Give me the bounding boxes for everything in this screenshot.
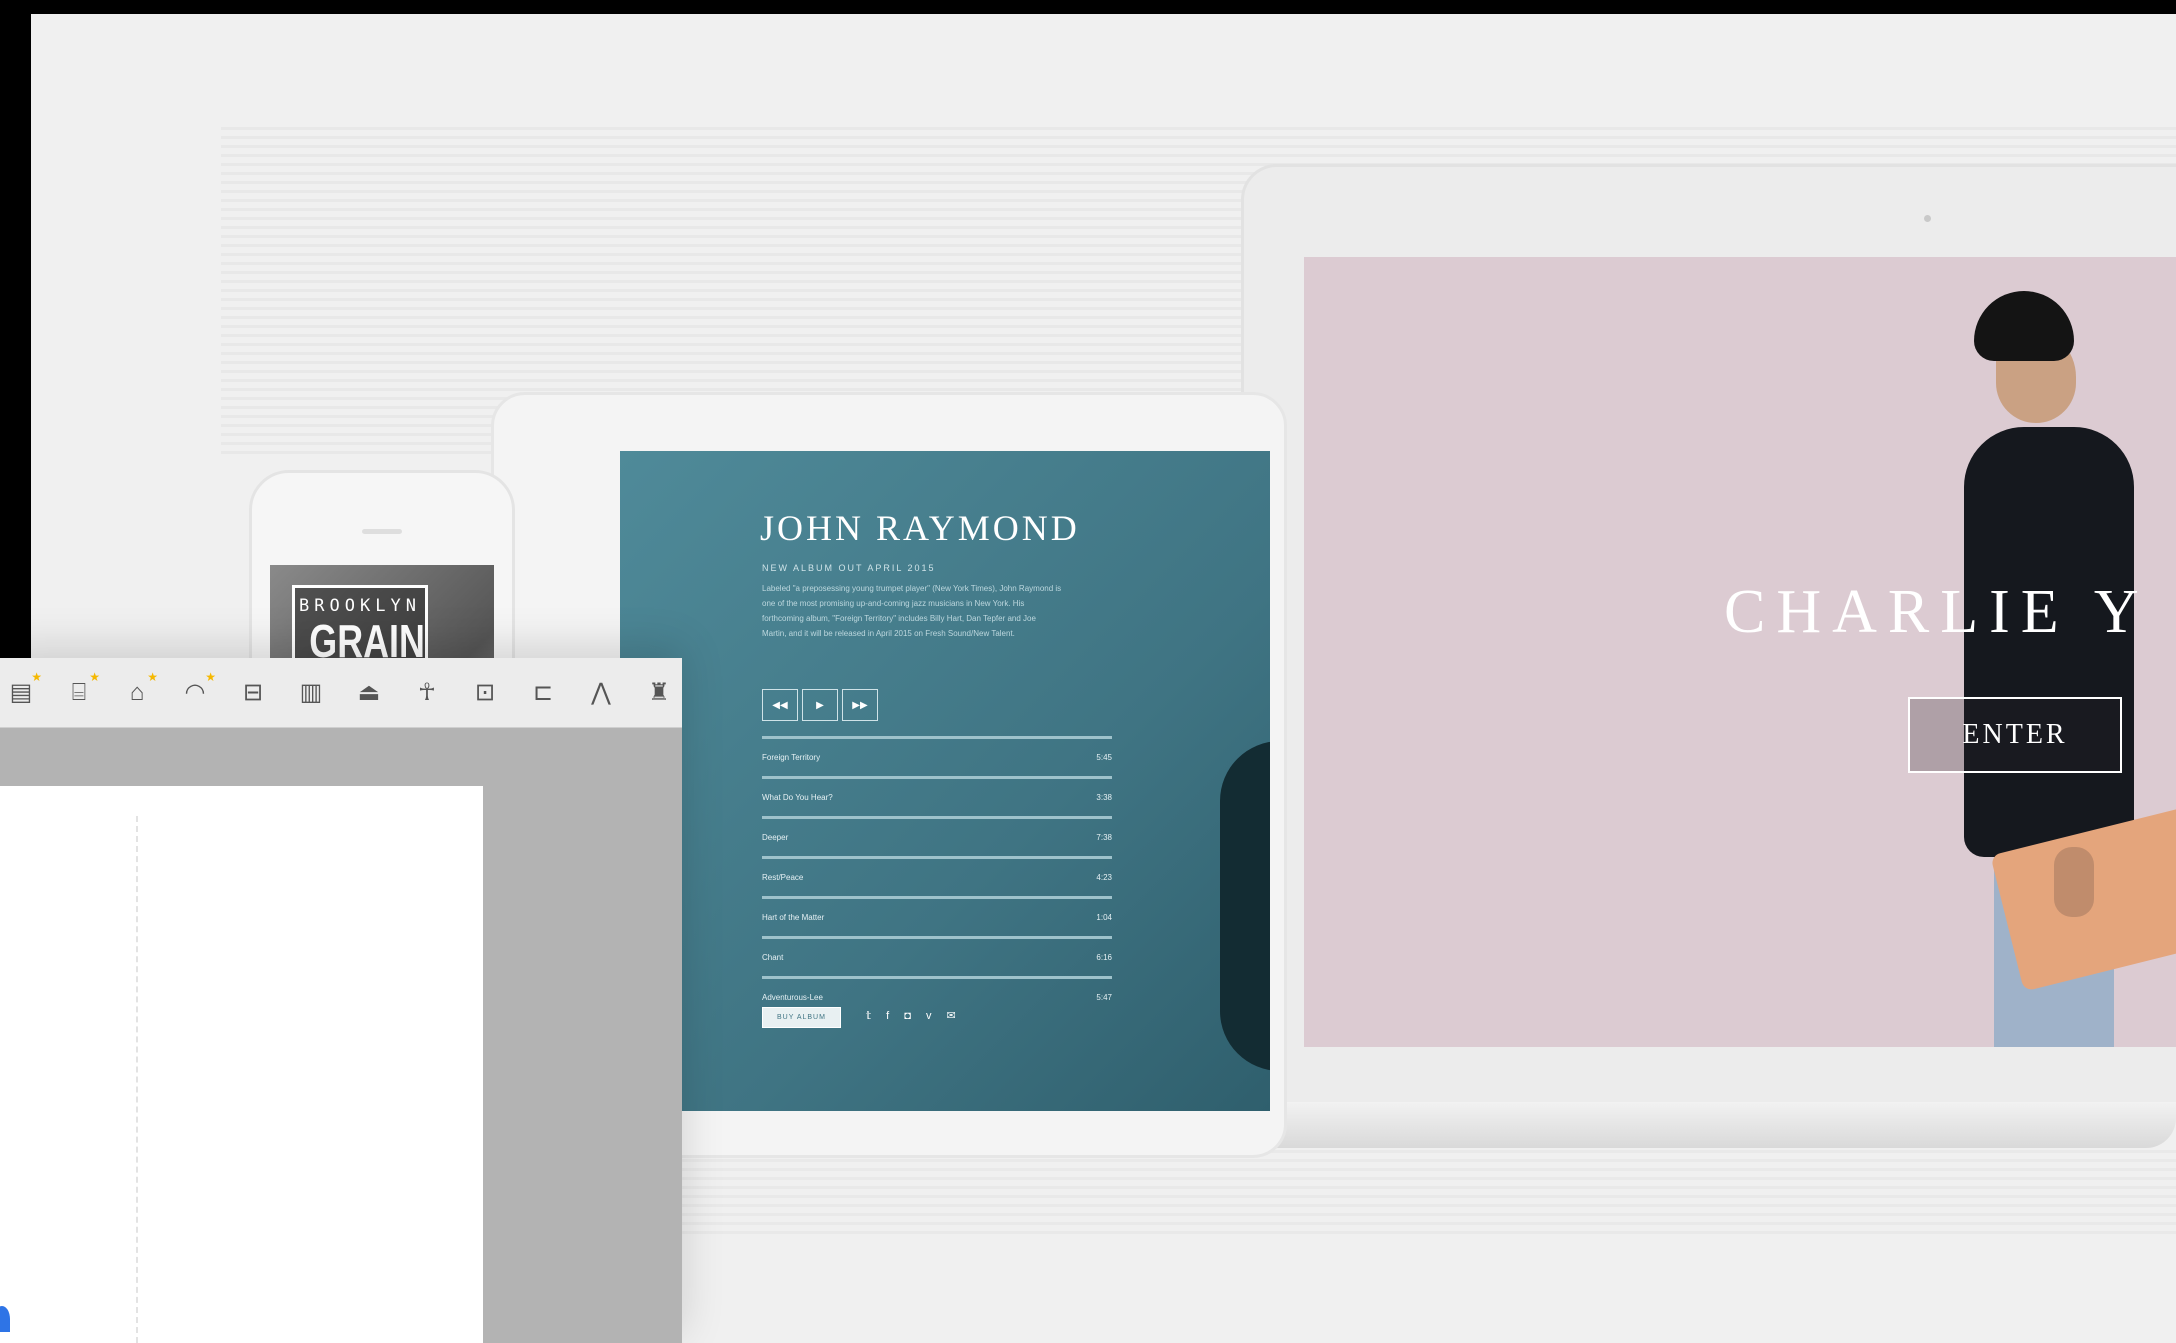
tool-building-icon[interactable]: ▤ ★	[4, 670, 42, 710]
play-button[interactable]: ▶	[802, 689, 838, 721]
track-row[interactable]: What Do You Hear? 3:38	[762, 776, 1112, 816]
favorite-star-icon: ★	[205, 669, 216, 684]
charlie-title: CHARLIE Y	[1724, 578, 2150, 646]
tool-needle-icon[interactable]: ☥	[410, 676, 444, 710]
person-photo	[1904, 287, 2176, 1047]
design-canvas[interactable]	[0, 786, 483, 1343]
portrait-silhouette	[1220, 741, 1270, 1071]
track-row[interactable]: Hart of the Matter 1:04	[762, 896, 1112, 936]
artist-title: JOHN RAYMOND	[760, 508, 1080, 548]
rewind-button[interactable]: ◀◀	[762, 689, 798, 721]
tool-hall-icon[interactable]: ⏏	[352, 676, 386, 710]
tool-tent-icon[interactable]: ⋀	[584, 676, 618, 710]
tool-monument-icon[interactable]: ♜	[642, 676, 676, 710]
player-controls: ◀◀ ▶ ▶▶	[762, 689, 878, 721]
favorite-star-icon: ★	[89, 669, 100, 684]
phone-speaker	[362, 529, 402, 534]
enter-button[interactable]: ENTER	[1908, 697, 2122, 773]
tool-barn-icon[interactable]: ⊟	[236, 676, 270, 710]
artist-bio: Labeled "a preposessing young trumpet pl…	[762, 584, 1062, 638]
tool-house-icon[interactable]: ⌂ ★	[120, 670, 158, 710]
selection-marker[interactable]	[0, 1306, 10, 1332]
track-row[interactable]: Rest/Peace 4:23	[762, 856, 1112, 896]
favorite-star-icon: ★	[31, 669, 42, 684]
laptop-camera	[1924, 215, 1931, 222]
tool-flag-icon[interactable]: ⊏	[526, 676, 560, 710]
favorite-star-icon: ★	[147, 669, 158, 684]
track-row[interactable]: Foreign Territory 5:45	[762, 736, 1112, 776]
tool-frame-icon[interactable]: ⊡	[468, 676, 502, 710]
icon-toolbar: ▤★⌸★⌂★◠★⊟▥⏏☥⊡⊏⋀♜⟋	[0, 658, 682, 728]
forward-button[interactable]: ▶▶	[842, 689, 878, 721]
laptop-screen: CHARLIE Y ENTER	[1304, 257, 2176, 1047]
tablet-screen: JOHN RAYMOND NEW ALBUM OUT APRIL 2015 La…	[620, 451, 1270, 1111]
track-list: Foreign Territory 5:45 What Do You Hear? 3…	[762, 736, 1112, 1016]
track-row[interactable]: Chant 6:16	[762, 936, 1112, 976]
track-row[interactable]: Deeper 7:38	[762, 816, 1112, 856]
editor-window: ▤★⌸★⌂★◠★⊟▥⏏☥⊡⊏⋀♜⟋	[0, 658, 682, 1343]
tool-roof-icon[interactable]: ⌸ ★	[62, 670, 100, 710]
social-icons[interactable]: 𝕥 f ◘ v ✉	[866, 1009, 962, 1022]
laptop-mockup: CHARLIE Y ENTER	[1241, 164, 2176, 1110]
buy-album-button[interactable]: BUY ALBUM	[762, 1007, 841, 1028]
canvas-guide-line	[136, 816, 138, 1343]
tool-dome-icon[interactable]: ◠ ★	[178, 670, 216, 710]
album-subtitle: NEW ALBUM OUT APRIL 2015	[762, 563, 936, 573]
tool-tower-icon[interactable]: ▥	[294, 676, 328, 710]
